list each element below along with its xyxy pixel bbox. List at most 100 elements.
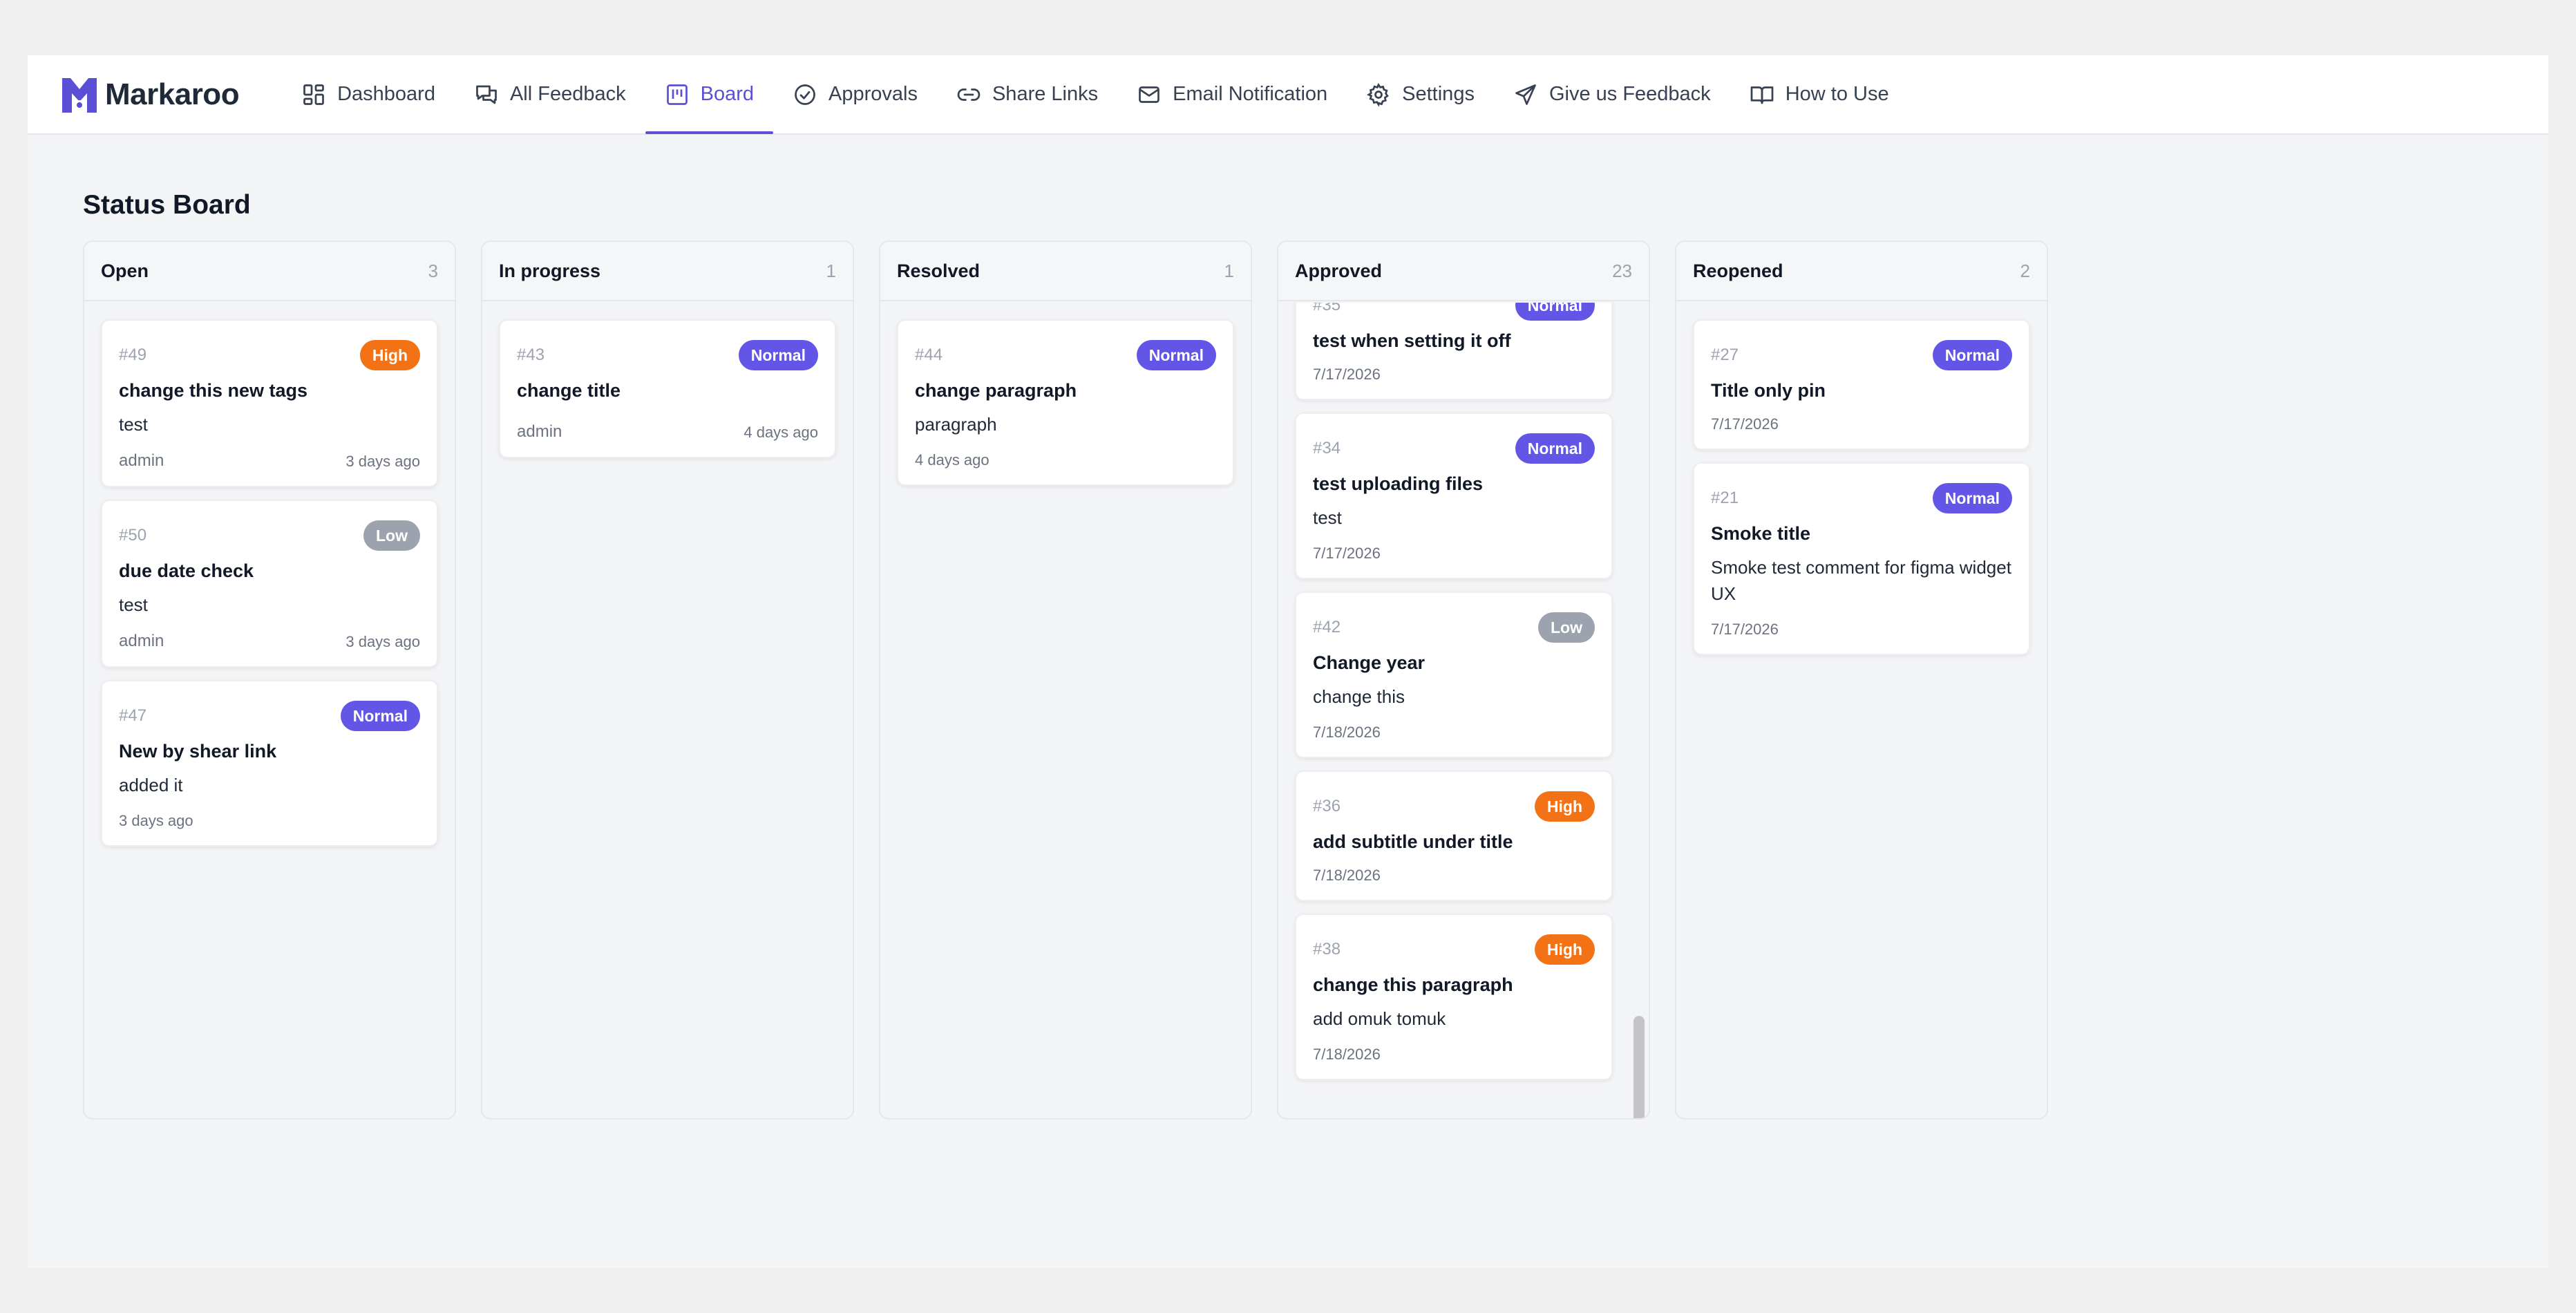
card-title: Smoke title	[1711, 523, 1811, 544]
card-time: 4 days ago	[744, 424, 818, 441]
card-title: test uploading files	[1313, 473, 1484, 494]
markaroo-logo-icon	[62, 77, 97, 113]
card-id: #44	[915, 346, 943, 364]
feedback-card[interactable]: #43 Normal change title admin 4 days ago	[499, 319, 836, 458]
feedback-card[interactable]: #47 Normal New by shear link added it 3 …	[101, 680, 438, 847]
feedback-card[interactable]: #42 Low Change year change this 7/18/202…	[1295, 592, 1613, 758]
brand-logo[interactable]: Markaroo	[61, 75, 240, 114]
card-id: #36	[1313, 797, 1341, 815]
card-title: due date check	[119, 560, 254, 581]
card-title: New by shear link	[119, 741, 277, 762]
card-id: #35	[1313, 303, 1341, 314]
feedback-card[interactable]: #44 Normal change paragraph paragraph 4 …	[897, 319, 1234, 486]
link-icon	[957, 88, 981, 101]
card-author: admin	[119, 632, 164, 650]
feedback-card[interactable]: #27 Normal Title only pin 7/17/2026	[1693, 319, 2030, 450]
card-id: #50	[119, 526, 147, 545]
main-nav: Dashboard All Feedback Board Approvals S…	[282, 55, 1909, 134]
nav-approvals-label: Approvals	[828, 83, 918, 105]
card-id: #27	[1711, 346, 1739, 364]
priority-badge: High	[359, 340, 420, 370]
feedback-card[interactable]: #50 Low due date check test admin 3 days…	[101, 500, 438, 668]
send-icon	[1515, 84, 1536, 105]
nav-give-feedback-label: Give us Feedback	[1549, 83, 1711, 105]
card-time: 3 days ago	[345, 453, 420, 470]
card-title: Title only pin	[1711, 380, 1826, 401]
nav-all-feedback[interactable]: All Feedback	[455, 55, 645, 134]
nav-share-links[interactable]: Share Links	[937, 55, 1117, 134]
card-author: admin	[119, 451, 164, 470]
column-header: Open 3	[84, 242, 455, 301]
card-title: change this paragraph	[1313, 974, 1513, 995]
status-board: Open 3 #49 High change this new tags tes…	[83, 240, 2048, 1120]
card-time: 3 days ago	[119, 812, 193, 829]
feedback-card[interactable]: #34 Normal test uploading files test 7/1…	[1295, 413, 1613, 579]
feedback-card[interactable]: #35 Normal test when setting it off 7/17…	[1295, 303, 1613, 400]
top-navbar: Markaroo Dashboard All Feedback Board Ap…	[28, 55, 2548, 135]
card-date: 7/17/2026	[1711, 415, 1779, 433]
card-id: #42	[1313, 618, 1341, 636]
priority-badge: Normal	[1515, 433, 1595, 464]
card-id: #21	[1711, 489, 1739, 507]
column-header: Reopened 2	[1676, 242, 2047, 301]
priority-badge: High	[1534, 934, 1595, 965]
column-title: Open	[101, 260, 149, 281]
app-window: Markaroo Dashboard All Feedback Board Ap…	[28, 55, 2548, 1268]
priority-badge: Normal	[340, 701, 420, 731]
column-open: Open 3 #49 High change this new tags tes…	[83, 240, 456, 1120]
column-body-scroll[interactable]: #35 Normal test when setting it off 7/17…	[1278, 303, 1649, 1118]
card-id: #49	[119, 346, 147, 364]
card-description: Smoke test comment for figma widget UX	[1711, 557, 2011, 604]
brand-name: Markaroo	[105, 77, 240, 111]
nav-approvals[interactable]: Approvals	[773, 55, 937, 134]
card-date: 7/18/2026	[1313, 724, 1381, 741]
card-time: 4 days ago	[915, 451, 989, 469]
gear-icon	[1367, 82, 1389, 107]
priority-badge: High	[1534, 791, 1595, 822]
card-date: 7/18/2026	[1313, 1046, 1381, 1063]
book-icon	[1750, 86, 1774, 104]
priority-badge: Normal	[1932, 483, 2012, 513]
column-body: #43 Normal change title admin 4 days ago	[482, 301, 853, 489]
column-count: 1	[826, 260, 836, 281]
nav-settings[interactable]: Settings	[1347, 55, 1494, 134]
card-description: paragraph	[915, 414, 997, 435]
scrollbar-thumb[interactable]	[1633, 1016, 1645, 1118]
card-description: change this	[1313, 686, 1405, 707]
card-description: test	[1313, 507, 1342, 528]
feedback-card[interactable]: #36 High add subtitle under title 7/18/2…	[1295, 771, 1613, 901]
column-body: #44 Normal change paragraph paragraph 4 …	[880, 301, 1251, 516]
priority-badge: Normal	[738, 340, 818, 370]
page-title: Status Board	[83, 190, 251, 220]
card-title: test when setting it off	[1313, 330, 1511, 351]
nav-dashboard[interactable]: Dashboard	[282, 55, 455, 134]
feedback-card[interactable]: #38 High change this paragraph add omuk …	[1295, 914, 1613, 1080]
priority-badge: Low	[363, 520, 420, 551]
card-description: test	[119, 414, 148, 435]
feedback-card[interactable]: #49 High change this new tags test admin…	[101, 319, 438, 487]
column-scrollbar[interactable]	[1631, 305, 1646, 1118]
nav-settings-label: Settings	[1402, 83, 1475, 105]
card-title: add subtitle under title	[1313, 831, 1513, 852]
column-resolved: Resolved 1 #44 Normal change paragraph p…	[879, 240, 1252, 1120]
column-reopened: Reopened 2 #27 Normal Title only pin 7/1…	[1675, 240, 2048, 1120]
card-date: 7/18/2026	[1313, 867, 1381, 884]
nav-email-notification[interactable]: Email Notification	[1117, 55, 1347, 134]
nav-how-to-use-label: How to Use	[1785, 83, 1889, 105]
card-description: added it	[119, 775, 183, 795]
column-approved: Approved 23 #35 Normal test when setting…	[1277, 240, 1650, 1120]
column-title: Resolved	[897, 260, 981, 281]
nav-board[interactable]: Board	[645, 55, 774, 134]
nav-give-feedback[interactable]: Give us Feedback	[1494, 55, 1730, 134]
priority-badge: Normal	[1515, 303, 1595, 321]
column-count: 23	[1612, 260, 1632, 281]
card-id: #38	[1313, 940, 1341, 958]
column-count: 2	[2020, 260, 2030, 281]
nav-email-notification-label: Email Notification	[1173, 83, 1328, 105]
feedback-card[interactable]: #21 Normal Smoke title Smoke test commen…	[1693, 462, 2030, 655]
column-title: Approved	[1295, 260, 1383, 281]
nav-how-to-use[interactable]: How to Use	[1730, 55, 1909, 134]
column-title: Reopened	[1693, 260, 1783, 281]
card-description: test	[119, 594, 148, 615]
nav-dashboard-label: Dashboard	[337, 83, 435, 105]
